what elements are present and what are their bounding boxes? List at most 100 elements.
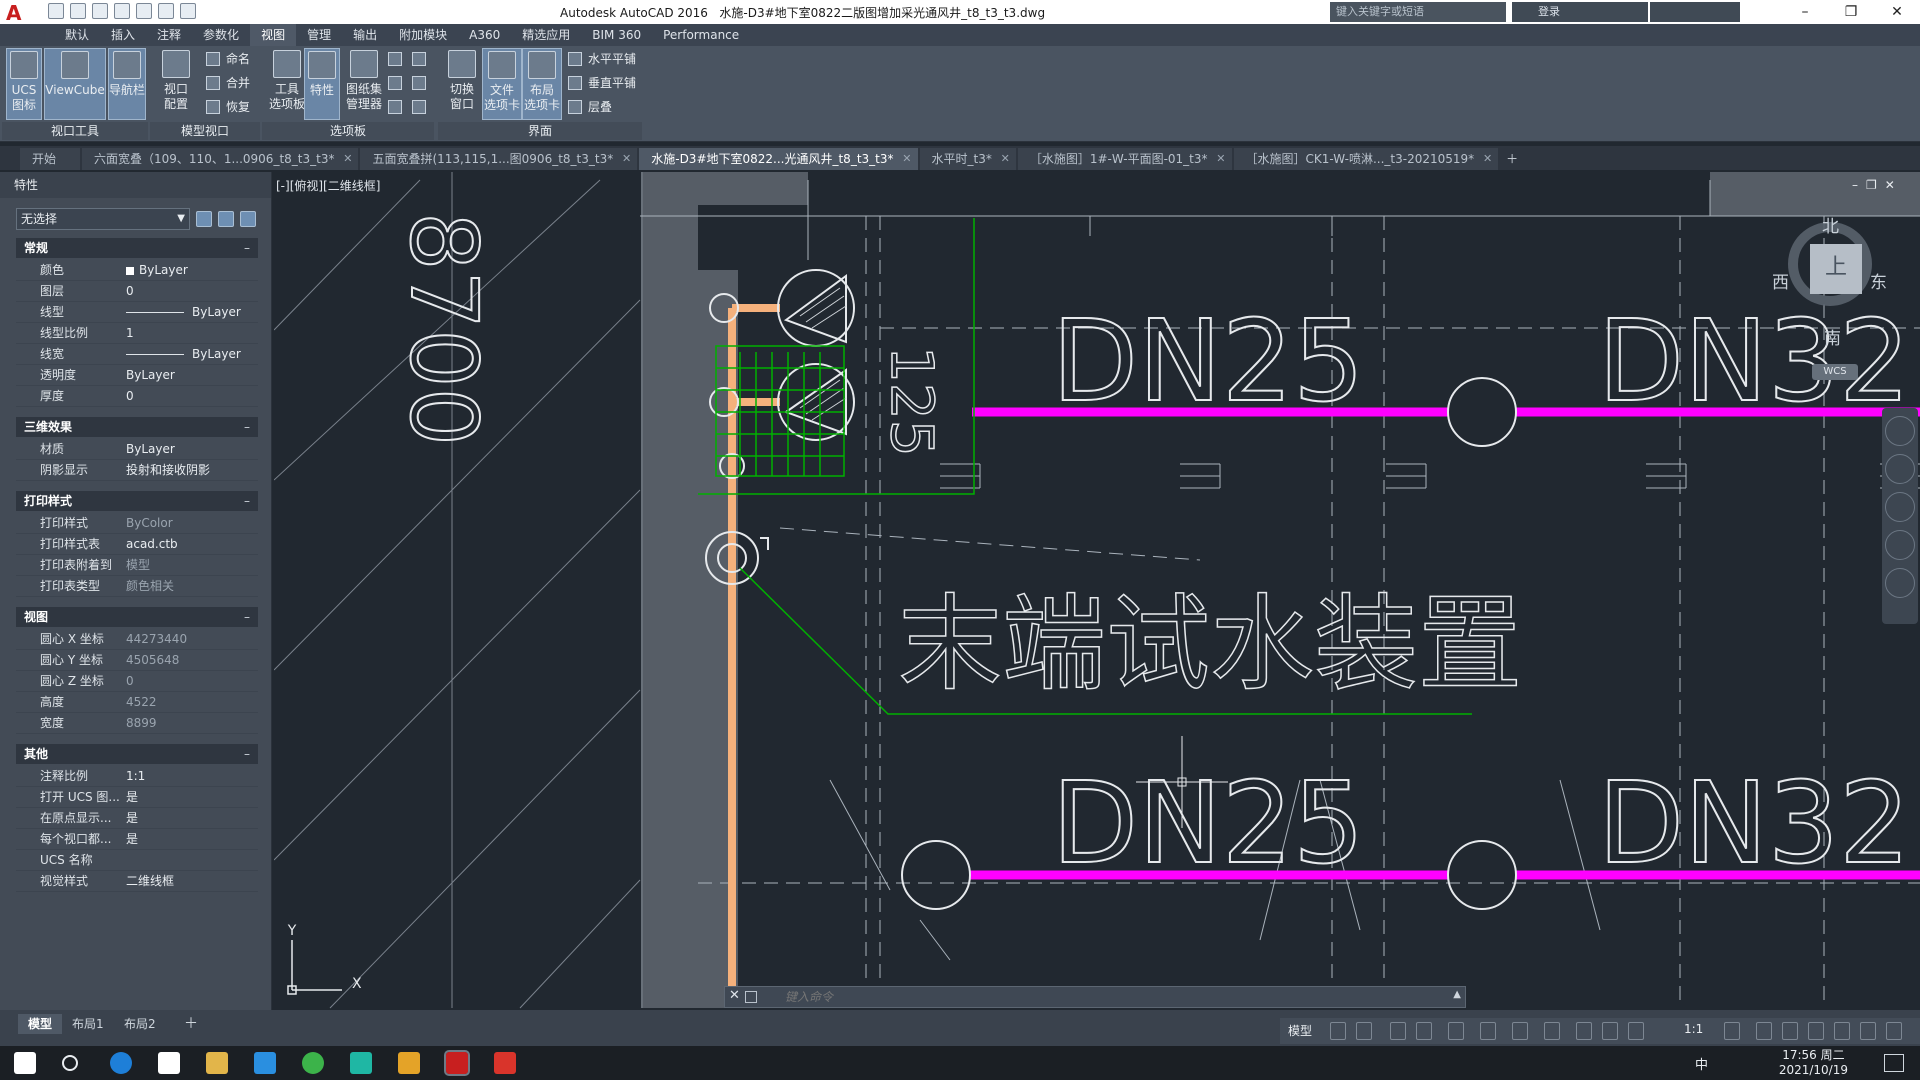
property-row[interactable]: 打印表类型 颜色相关 [16,576,258,597]
isometric-icon[interactable] [1860,1022,1876,1040]
collapse-icon[interactable]: – [244,607,250,627]
close-button[interactable]: ✕ [1874,0,1920,24]
file-tab[interactable]: 水施-D3#地下室0822...光通风井_t8_t3_t3* ✕ [639,148,918,170]
property-row[interactable]: 颜色 ByLayer [16,260,258,281]
property-value[interactable]: ByLayer [126,344,241,365]
property-value[interactable]: 投射和接收阴影 [126,460,210,481]
open-file-icon[interactable] [70,3,86,19]
property-value[interactable]: 1:1 [126,766,145,787]
customize-icon[interactable] [745,991,757,1003]
property-row[interactable]: 圆心 Z 坐标 0 [16,671,258,692]
tool-palettes-button[interactable]: 工具 选项板 [266,48,308,120]
compass-south[interactable]: 南 [1824,324,1841,349]
close-icon[interactable]: ✕ [729,988,740,1003]
drawing-canvas[interactable]: Y X DN25 DN32 DN25 DN32 末端试水装置 8700 125 [274,172,1920,1020]
wcs-menu[interactable]: WCS [1812,364,1858,380]
browser-icon[interactable] [302,1052,324,1074]
print-icon[interactable] [136,3,152,19]
property-row[interactable]: 阴影显示 投射和接收阴影 [16,460,258,481]
join-viewports-button[interactable]: 合并 [204,72,250,94]
zoom-extents-icon[interactable] [1885,492,1915,522]
viewcube[interactable]: 上 北 西 东 南 WCS [1770,212,1890,380]
polar-icon[interactable] [1416,1022,1432,1040]
app-icon[interactable] [350,1052,372,1074]
workspace-gear-icon[interactable] [1724,1022,1740,1040]
property-row[interactable]: 宽度 8899 [16,713,258,734]
input-language-indicator[interactable]: 中 [1695,1054,1708,1073]
steering-wheel-icon[interactable] [1885,416,1915,446]
ortho-icon[interactable] [1390,1022,1406,1040]
pan-icon[interactable] [1885,454,1915,484]
wps-icon[interactable] [494,1052,516,1074]
orbit-icon[interactable] [1885,530,1915,560]
property-row[interactable]: 每个视口都... 是 [16,829,258,850]
compass-west[interactable]: 西 [1772,268,1789,293]
ucs-icon-button[interactable]: UCS 图标 [6,48,42,120]
osnap-icon[interactable] [1448,1022,1464,1040]
property-value[interactable]: ByColor [126,513,173,534]
restore-icon[interactable]: ❐ [1866,178,1877,192]
collapse-icon[interactable]: – [244,238,250,258]
ribbon-tab[interactable]: 管理 [296,24,342,46]
annotation-scale-value[interactable]: 1:1 [1684,1022,1703,1036]
named-viewports-button[interactable]: 命名 [204,48,250,70]
internet-explorer-icon[interactable] [110,1052,132,1074]
save-icon[interactable] [92,3,108,19]
ribbon-tab[interactable]: 默认 [54,24,100,46]
file-tab[interactable]: 六面宽叠（109、110、1...0906_t8_t3_t3* ✕ [82,148,359,170]
property-row[interactable]: 透明度 ByLayer [16,365,258,386]
app-icon[interactable] [398,1052,420,1074]
property-value[interactable]: ByLayer [126,260,188,281]
property-value[interactable]: 是 [126,829,138,850]
close-tab-icon[interactable]: ✕ [1001,148,1010,170]
property-row[interactable]: 材质 ByLayer [16,439,258,460]
palette-small-5[interactable] [410,72,428,94]
palette-small-6[interactable] [410,96,428,118]
viewcube-top-face[interactable]: 上 [1810,244,1862,294]
property-row[interactable]: 圆心 X 坐标 44273440 [16,629,258,650]
file-tab[interactable]: 水平时_t3* ✕ [919,148,1016,170]
property-value[interactable]: 二维线框 [126,871,174,892]
apps-grid-icon[interactable] [158,1052,180,1074]
file-tab[interactable]: 五面宽叠拼(113,115,1...图0906_t8_t3_t3* ✕ [360,148,638,170]
command-history-icon[interactable]: ▲ [1453,989,1461,1000]
ribbon-tab[interactable]: Performance [652,24,750,46]
ribbon-group-label[interactable]: 视口工具 [2,122,148,140]
file-tab[interactable]: ［水施图］1#-W-平面图-01_t3* ✕ [1017,148,1232,170]
collapse-icon[interactable]: – [244,744,250,764]
selection-cycling-icon[interactable] [1544,1022,1560,1040]
close-tab-icon[interactable]: ✕ [343,148,352,170]
redo-icon[interactable] [180,3,196,19]
ribbon-tab[interactable]: 插入 [100,24,146,46]
tile-horizontal-button[interactable]: 水平平铺 [566,48,636,70]
viewcube-button[interactable]: ViewCube [44,48,106,120]
minimize-button[interactable]: – [1782,0,1828,24]
property-row[interactable]: 图层 0 [16,281,258,302]
property-value[interactable]: 1 [126,323,134,344]
transparency-icon[interactable] [1512,1022,1528,1040]
compass-north[interactable]: 北 [1822,212,1839,237]
annotation-scale-icon[interactable] [1628,1022,1644,1040]
close-icon[interactable]: ✕ [1885,178,1895,192]
property-row[interactable]: 打开 UCS 图... 是 [16,787,258,808]
command-input[interactable] [781,987,1451,1007]
property-value[interactable]: ByLayer [126,302,241,323]
property-value[interactable]: acad.ctb [126,534,178,555]
property-section-header[interactable]: 打印样式 – [16,491,258,511]
navbar-button[interactable]: 导航栏 [108,48,146,120]
file-explorer-icon[interactable] [206,1052,228,1074]
property-row[interactable]: 厚度 0 [16,386,258,407]
grid-icon[interactable] [1330,1022,1346,1040]
palette-small-1[interactable] [386,48,404,70]
cascade-button[interactable]: 层叠 [566,96,612,118]
ribbon-tab[interactable]: 附加模块 [388,24,458,46]
file-tab[interactable]: 开始 [20,148,81,170]
layout-tabs-button[interactable]: 布局 选项卡 [522,48,562,120]
property-section-header[interactable]: 三维效果 – [16,417,258,437]
property-section-header[interactable]: 常规 – [16,238,258,258]
property-value[interactable]: 0 [126,671,134,692]
restore-button[interactable]: ❐ [1828,0,1874,24]
property-value[interactable]: ByLayer [126,365,175,386]
property-row[interactable]: 线型 ByLayer [16,302,258,323]
windows-start-icon[interactable] [14,1052,36,1074]
